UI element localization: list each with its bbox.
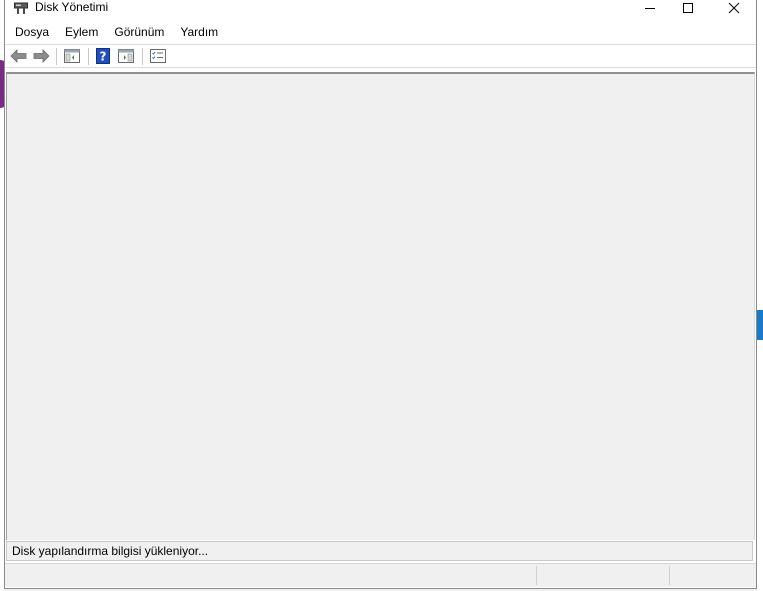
background-accent-shape xyxy=(757,310,763,340)
svg-text:?: ? xyxy=(100,50,107,64)
forward-button[interactable] xyxy=(32,48,50,64)
help-button[interactable]: ? xyxy=(94,48,112,64)
toolbar-separator xyxy=(88,48,89,65)
show-hide-action-pane-button[interactable] xyxy=(117,48,135,64)
back-button[interactable] xyxy=(9,48,27,64)
menu-file[interactable]: Dosya xyxy=(5,22,57,43)
toolbar: ? xyxy=(5,44,756,68)
action-pane-icon xyxy=(118,49,134,63)
status-pane xyxy=(536,566,667,585)
window-title: Disk Yönetimi xyxy=(35,0,109,14)
properties-button[interactable] xyxy=(149,48,167,64)
close-icon xyxy=(728,2,740,14)
help-icon: ? xyxy=(96,48,110,64)
menu-action[interactable]: Eylem xyxy=(57,22,106,43)
loading-status-text: Disk yapılandırma bilgisi yükleniyor... xyxy=(12,544,209,558)
forward-arrow-icon xyxy=(33,49,50,63)
loading-status-bar: Disk yapılandırma bilgisi yükleniyor... xyxy=(6,541,753,561)
toolbar-separator xyxy=(142,48,143,65)
status-pane xyxy=(669,566,754,585)
back-arrow-icon xyxy=(9,49,26,63)
background-desktop-right xyxy=(757,0,763,591)
disk-management-icon xyxy=(14,2,28,14)
title-bar[interactable]: Disk Yönetimi xyxy=(5,0,756,20)
toolbar-separator xyxy=(56,48,57,65)
menu-view[interactable]: Görünüm xyxy=(106,22,172,43)
disk-management-window: Disk Yönetimi Dosya Eylem Görünüm Yardım xyxy=(4,0,757,589)
menu-help[interactable]: Yardım xyxy=(172,22,226,43)
disk-management-content-area xyxy=(6,72,755,540)
maximize-icon xyxy=(683,3,693,13)
close-button[interactable] xyxy=(711,0,757,18)
status-bar xyxy=(5,563,756,587)
minimize-icon xyxy=(645,8,655,9)
maximize-button[interactable] xyxy=(665,0,711,18)
show-hide-console-tree-button[interactable] xyxy=(63,48,81,64)
console-tree-icon xyxy=(64,49,80,63)
menu-bar: Dosya Eylem Görünüm Yardım xyxy=(5,22,756,43)
properties-icon xyxy=(150,49,166,63)
